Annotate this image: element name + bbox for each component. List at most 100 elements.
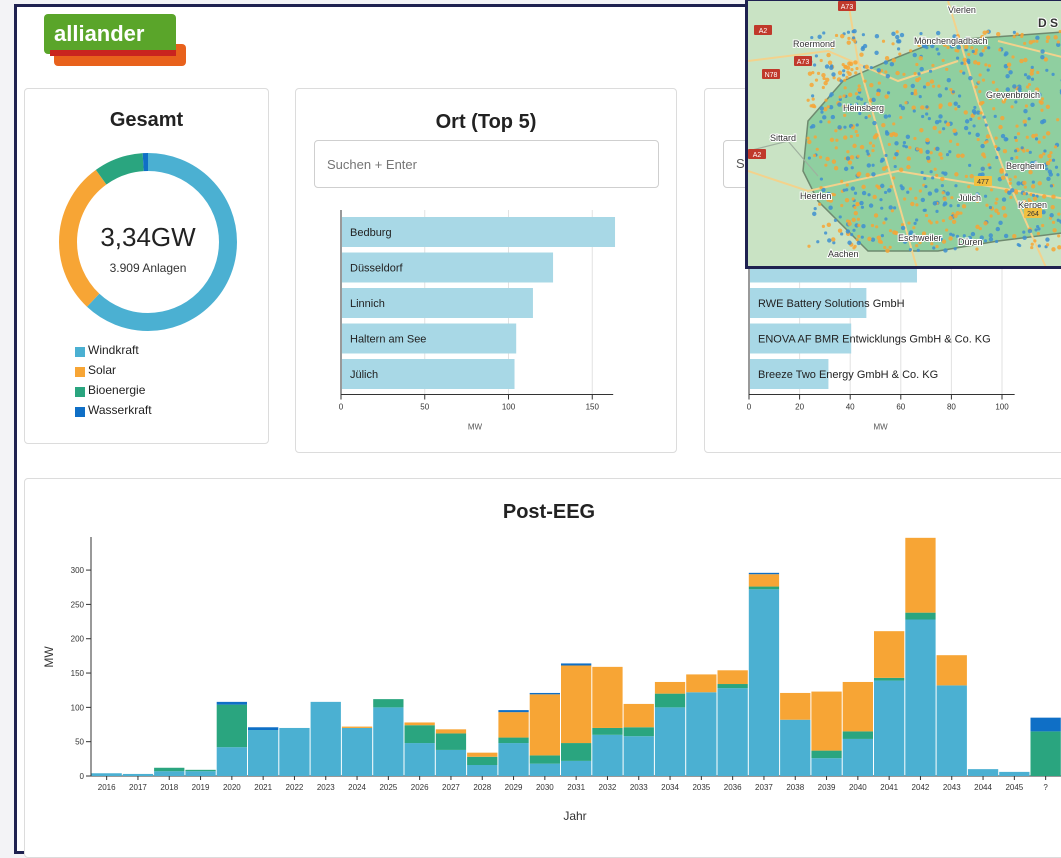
map-plant-dot: [1014, 100, 1017, 103]
map-plant-dot: [820, 106, 824, 110]
bar-segment-bioenergie: [561, 743, 591, 761]
legend-item-solar[interactable]: Solar: [75, 363, 116, 377]
map-plant-dot: [863, 80, 866, 83]
map-plant-dot: [1023, 58, 1027, 62]
map-plant-dot: [824, 164, 827, 167]
map-plant-dot: [900, 186, 904, 190]
map-plant-dot: [867, 152, 870, 155]
x-tick-label: 2043: [943, 783, 961, 792]
x-tick-label: 2035: [692, 783, 710, 792]
map-plant-dot: [1005, 138, 1008, 141]
x-tick-label: 2022: [286, 783, 304, 792]
x-tick-label: 2029: [505, 783, 523, 792]
map-plant-dot: [933, 201, 937, 205]
map-plant-dot: [964, 110, 968, 114]
map-plant-dot: [820, 59, 823, 62]
map-plant-dot: [1010, 105, 1013, 108]
bar-segment-bioenergie: [373, 699, 403, 707]
map-plant-dot: [890, 185, 893, 188]
bar-segment-wasserkraft: [749, 573, 779, 574]
map-city-label: Sittard: [770, 133, 796, 143]
map-plant-dot: [978, 90, 981, 93]
map-plant-dot: [844, 86, 847, 89]
x-tick-label: 2018: [160, 783, 178, 792]
map-plant-dot: [1017, 132, 1020, 135]
map-plant-dot: [1054, 145, 1057, 148]
map-plant-dot: [846, 183, 849, 186]
map-plant-dot: [1013, 31, 1016, 34]
ort-search-input[interactable]: [314, 140, 659, 188]
map-plant-dot: [831, 237, 835, 241]
map-plant-dot: [884, 217, 887, 220]
map-plant-dot: [856, 155, 859, 158]
axis-title: MW: [468, 423, 483, 432]
map-plant-dot: [1034, 228, 1037, 231]
map-plant-dot: [1055, 166, 1058, 169]
bar-segment-bioenergie: [592, 728, 622, 735]
bar-segment-bioenergie: [718, 684, 748, 688]
axis-tick-label: 0: [747, 403, 752, 412]
map-plant-dot: [992, 81, 995, 84]
map-plant-dot: [901, 226, 905, 230]
legend-item-bioenergie[interactable]: Bioenergie: [75, 383, 145, 397]
map-plant-dot: [880, 184, 884, 188]
road-shield-label: A73: [797, 59, 810, 66]
map-plant-dot: [1032, 181, 1035, 184]
map-plant-dot: [901, 223, 904, 226]
map-city-label: Mönchengladbach: [914, 36, 988, 46]
map-plant-dot: [911, 84, 915, 88]
map-plant-dot: [1028, 229, 1032, 233]
map-overlay[interactable]: RoermondMönchengladbachD SGrevenbroichHe…: [745, 0, 1061, 269]
map-plant-dot: [915, 244, 918, 247]
map-plant-dot: [831, 72, 835, 76]
map-plant-dot: [928, 219, 931, 222]
map-plant-dot: [987, 46, 990, 49]
map-plant-dot: [1011, 55, 1014, 58]
map-plant-dot: [833, 193, 836, 196]
map-plant-dot: [998, 125, 1002, 129]
map-plant-dot: [888, 205, 892, 209]
map-plant-dot: [925, 150, 929, 154]
map-plant-dot: [970, 46, 973, 49]
map-plant-dot: [1056, 118, 1059, 121]
bar-segment-windkraft: [843, 739, 873, 776]
map-plant-dot: [1026, 149, 1029, 152]
legend-item-wasserkraft[interactable]: Wasserkraft: [75, 403, 152, 417]
map-plant-dot: [884, 94, 888, 98]
map-plant-dot: [967, 185, 970, 188]
map-plant-dot: [880, 160, 883, 163]
map-plant-dot: [1046, 105, 1050, 109]
bar-segment-wasserkraft: [217, 702, 247, 705]
map-plant-dot: [981, 101, 984, 104]
bar-segment-windkraft: [999, 772, 1029, 776]
map-plant-dot: [861, 47, 865, 51]
map-plant-dot: [843, 126, 846, 129]
legend-label: Bioenergie: [88, 383, 145, 397]
map-plant-dot: [1057, 40, 1060, 43]
map-plant-dot: [874, 51, 878, 55]
bar-segment-windkraft: [718, 688, 748, 776]
road-shield-label: N78: [765, 72, 778, 79]
map-plant-dot: [851, 126, 854, 129]
map-plant-dot: [1007, 191, 1011, 195]
map-plant-dot: [980, 144, 984, 148]
bar-segment-windkraft: [498, 743, 528, 776]
map-plant-dot: [838, 228, 842, 232]
map-canvas[interactable]: RoermondMönchengladbachD SGrevenbroichHe…: [748, 1, 1061, 269]
map-plant-dot: [942, 197, 946, 201]
map-plant-dot: [943, 248, 947, 252]
map-plant-dot: [937, 85, 940, 88]
map-plant-dot: [853, 206, 856, 209]
map-plant-dot: [859, 52, 863, 56]
map-plant-dot: [952, 220, 956, 224]
map-plant-dot: [884, 60, 888, 64]
map-plant-dot: [877, 68, 881, 72]
x-tick-label: 2027: [442, 783, 460, 792]
x-tick-label: 2034: [661, 783, 679, 792]
map-plant-dot: [954, 172, 958, 176]
map-plant-dot: [940, 177, 944, 181]
map-plant-dot: [1012, 234, 1016, 238]
legend-item-windkraft[interactable]: Windkraft: [75, 343, 139, 357]
bar-segment-windkraft: [530, 764, 560, 776]
map-plant-dot: [989, 233, 993, 237]
